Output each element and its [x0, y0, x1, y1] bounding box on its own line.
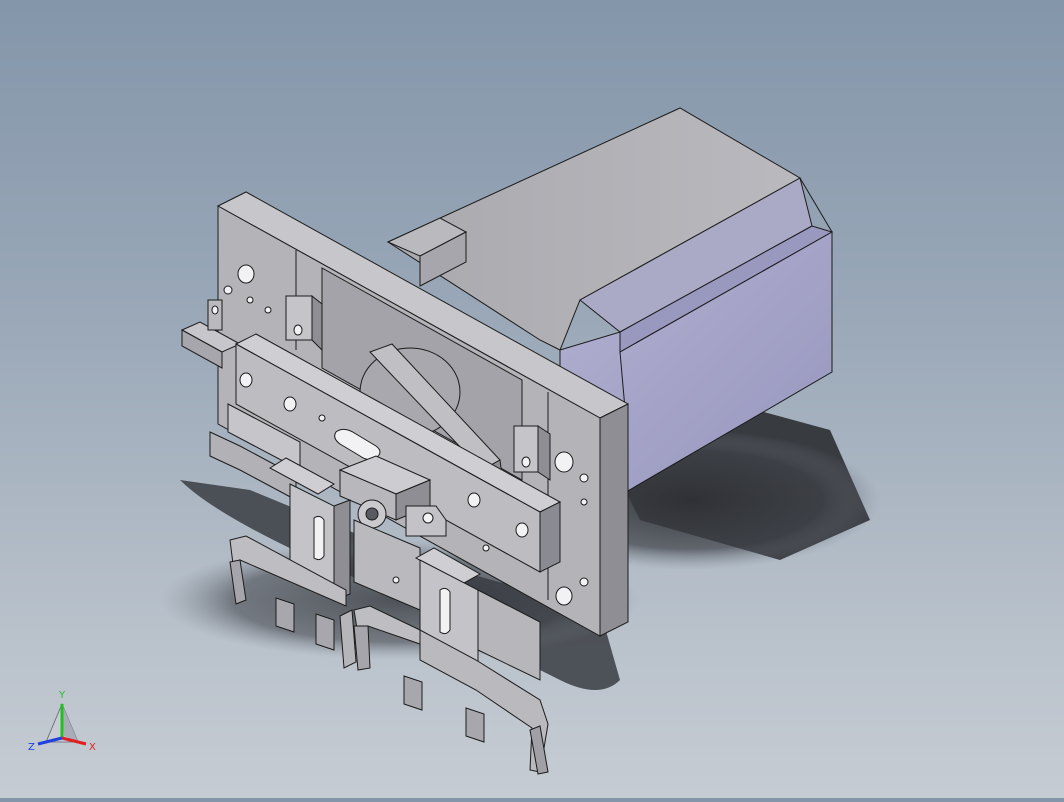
model-view[interactable] [0, 0, 1064, 798]
coordinate-triad: Y X Z [22, 682, 112, 762]
graphics-viewport[interactable]: Y X Z [0, 0, 1064, 798]
x-axis-label: X [89, 742, 96, 753]
z-axis-label: Z [28, 742, 35, 753]
y-axis-label: Y [58, 690, 66, 701]
